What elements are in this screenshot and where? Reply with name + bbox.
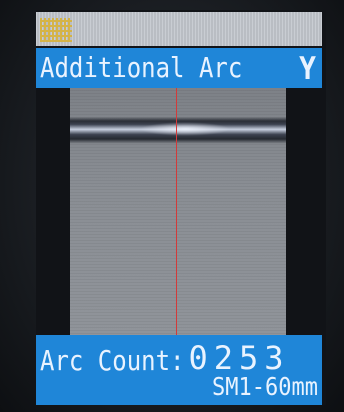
device-frame: Additional Arc Y Arc Count: 0253 SM1-60m…	[0, 0, 344, 412]
camera-view	[70, 88, 286, 343]
center-line	[176, 88, 177, 343]
arc-count-label: Arc Count:	[40, 344, 185, 378]
arc-count-row: Arc Count: 0253	[40, 339, 290, 377]
fiber-highlight	[140, 122, 230, 136]
title-bar: Additional Arc Y	[36, 48, 322, 88]
display-screen: Additional Arc Y Arc Count: 0253 SM1-60m…	[36, 10, 326, 405]
additional-arc-value[interactable]: Y	[299, 50, 316, 86]
arc-count-value: 0253	[188, 339, 290, 377]
status-strip	[36, 12, 322, 46]
arc-count-panel: Arc Count: 0253 SM1-60mm	[36, 335, 322, 405]
title-label: Additional Arc	[40, 51, 243, 85]
battery-icon	[40, 18, 72, 42]
splice-profile: SM1-60mm	[212, 373, 318, 402]
